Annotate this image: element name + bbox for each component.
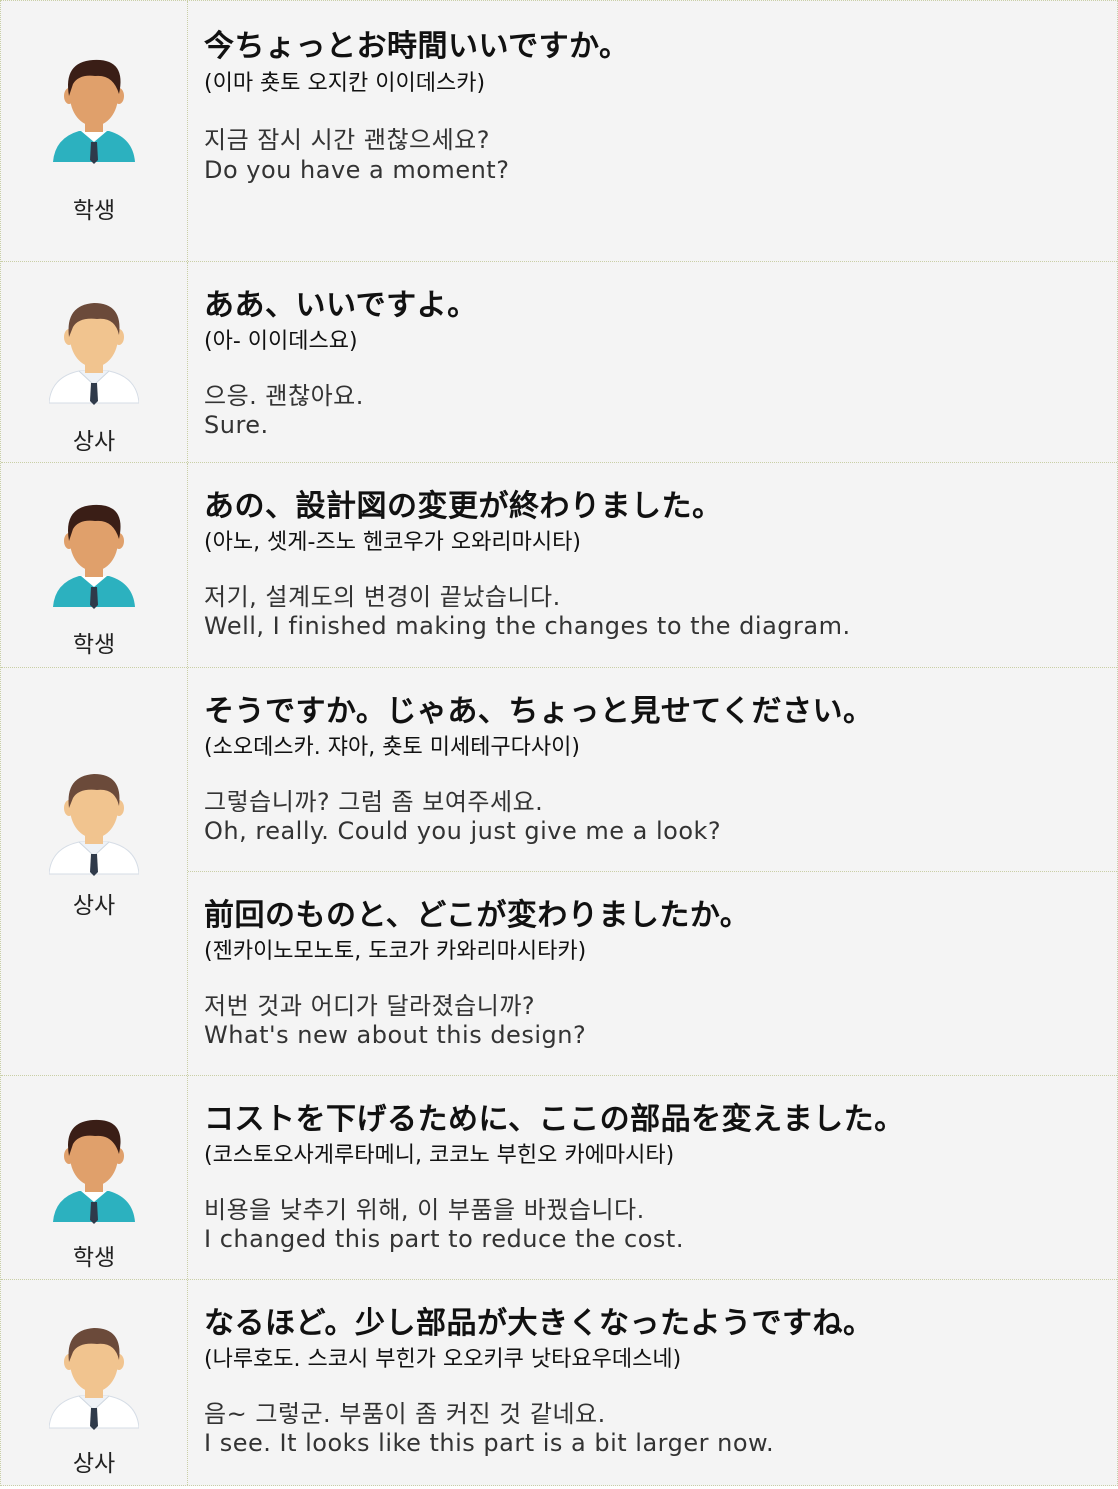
english-translation: What's new about this design? [204, 1021, 587, 1049]
dialogue-lines: コストを下げるために、ここの部品を変えました。 (코스토오사게루타메니, 코코노 … [188, 1076, 1117, 1279]
korean-translation: 비용을 낮추기 위해, 이 부품을 바꿨습니다. [204, 1196, 645, 1224]
speaker-cell: 상사 [1, 262, 188, 462]
speaker-cell: 학생 [1, 1, 188, 261]
english-translation: I changed this part to reduce the cost. [204, 1225, 684, 1253]
dialogue-line: コストを下げるために、ここの部品を変えました。 (코스토오사게루타메니, 코코노 … [188, 1076, 1117, 1279]
speaker-role-label: 상사 [72, 429, 116, 455]
pronunciation-reading: (아노, 셋게-즈노 헨코우가 오와리마시타) [204, 530, 581, 555]
japanese-sentence: あの、設計図の変更が終わりました。 [204, 489, 723, 524]
speaker-cell: 상사 [1, 1280, 188, 1485]
dialogue-line: あの、設計図の変更が終わりました。 (아노, 셋게-즈노 헨코우가 오와리마시타)… [188, 463, 1117, 667]
dialogue-row: 상사 なるほど。少し部品が大きくなったようですね。 (나루호도. 스코시 부힌가 … [1, 1280, 1117, 1485]
speaker-cell: 상사 [1, 668, 188, 1075]
english-translation: Oh, really. Could you just give me a loo… [204, 817, 722, 845]
conversation-table: 학생 今ちょっとお時間いいですか。 (이마 춋토 오지칸 이이데스카) 지금 잠시 시… [0, 0, 1118, 1486]
dialogue-lines: そうですか。じゃあ、ちょっと見せてください。 (소오데스카. 쟈아, 춋토 미세테… [188, 668, 1117, 1075]
korean-translation: 저번 것과 어디가 달라졌습니까? [204, 992, 536, 1020]
speaker-role-label: 상사 [72, 1451, 116, 1477]
korean-translation: 으응. 괜찮아요. [204, 382, 364, 410]
korean-translation: 음~ 그렇군. 부품이 좀 커진 것 같네요. [204, 1400, 606, 1428]
korean-translation: 저기, 설계도의 변경이 끝났습니다. [204, 583, 561, 611]
japanese-sentence: 今ちょっとお時間いいですか。 [204, 29, 630, 64]
boss-avatar-icon [48, 768, 140, 878]
pronunciation-reading: (이마 춋토 오지칸 이이데스카) [204, 71, 486, 96]
english-translation: I see. It looks like this part is a bit … [204, 1429, 775, 1457]
japanese-sentence: 前回のものと、どこが変わりましたか。 [204, 898, 751, 933]
pronunciation-reading: (젠카이노모노토, 도코가 카와리마시타카) [204, 939, 587, 964]
dialogue-row: 학생 コストを下げるために、ここの部品を変えました。 (코스토오사게루타메니, 코코… [1, 1076, 1117, 1280]
dialogue-lines: あの、設計図の変更が終わりました。 (아노, 셋게-즈노 헨코우가 오와리마시타)… [188, 463, 1117, 667]
boss-avatar-icon [48, 1322, 140, 1432]
dialogue-line: 前回のものと、どこが変わりましたか。 (젠카이노모노토, 도코가 카와리마시타카)… [188, 871, 1117, 1075]
speaker-cell: 학생 [1, 463, 188, 667]
speaker-cell: 학생 [1, 1076, 188, 1279]
dialogue-row: 상사 ああ、いいですよ。 (아- 이이데스요) 으응. 괜찮아요. Sure. [1, 262, 1117, 463]
dialogue-lines: なるほど。少し部品が大きくなったようですね。 (나루호도. 스코시 부힌가 오오… [188, 1280, 1117, 1485]
korean-translation: 그렇습니까? 그럼 좀 보여주세요. [204, 788, 544, 816]
dialogue-line: 今ちょっとお時間いいですか。 (이마 춋토 오지칸 이이데스카) 지금 잠시 시간 … [188, 1, 1117, 261]
pronunciation-reading: (코스토오사게루타메니, 코코노 부힌오 카에마시타) [204, 1143, 675, 1168]
dialogue-row: 학생 あの、設計図の変更が終わりました。 (아노, 셋게-즈노 헨코우가 오와리마시… [1, 463, 1117, 668]
dialogue-row: 상사 そうですか。じゃあ、ちょっと見せてください。 (소오데스카. 쟈아, 춋토 미… [1, 668, 1117, 1076]
english-translation: Sure. [204, 411, 269, 439]
student-avatar-icon [49, 1116, 139, 1226]
dialogue-line: なるほど。少し部品が大きくなったようですね。 (나루호도. 스코시 부힌가 오오… [188, 1280, 1117, 1485]
japanese-sentence: なるほど。少し部品が大きくなったようですね。 [204, 1306, 874, 1341]
english-translation: Do you have a moment? [204, 156, 510, 184]
dialogue-row: 학생 今ちょっとお時間いいですか。 (이마 춋토 오지칸 이이데스카) 지금 잠시 시… [1, 1, 1117, 262]
pronunciation-reading: (나루호도. 스코시 부힌가 오오키쿠 낫타요우데스네) [204, 1347, 682, 1372]
speaker-role-label: 학생 [72, 1245, 116, 1271]
pronunciation-reading: (아- 이이데스요) [204, 329, 358, 354]
boss-avatar-icon [48, 297, 140, 407]
student-avatar-icon [49, 56, 139, 166]
english-translation: Well, I finished making the changes to t… [204, 612, 851, 640]
speaker-role-label: 학생 [72, 632, 116, 658]
pronunciation-reading: (소오데스카. 쟈아, 춋토 미세테구다사이) [204, 735, 580, 760]
dialogue-line: そうですか。じゃあ、ちょっと見せてください。 (소오데스카. 쟈아, 춋토 미세테… [188, 668, 1117, 871]
japanese-sentence: コストを下げるために、ここの部品を変えました。 [204, 1102, 905, 1137]
dialogue-lines: 今ちょっとお時間いいですか。 (이마 춋토 오지칸 이이데스카) 지금 잠시 시간 … [188, 1, 1117, 261]
japanese-sentence: ああ、いいですよ。 [204, 288, 478, 323]
japanese-sentence: そうですか。じゃあ、ちょっと見せてください。 [204, 694, 874, 729]
student-avatar-icon [49, 501, 139, 611]
speaker-role-label: 학생 [72, 198, 116, 224]
speaker-role-label: 상사 [72, 893, 116, 919]
dialogue-lines: ああ、いいですよ。 (아- 이이데스요) 으응. 괜찮아요. Sure. [188, 262, 1117, 462]
korean-translation: 지금 잠시 시간 괜찮으세요? [204, 126, 491, 154]
dialogue-line: ああ、いいですよ。 (아- 이이데스요) 으응. 괜찮아요. Sure. [188, 262, 1117, 462]
